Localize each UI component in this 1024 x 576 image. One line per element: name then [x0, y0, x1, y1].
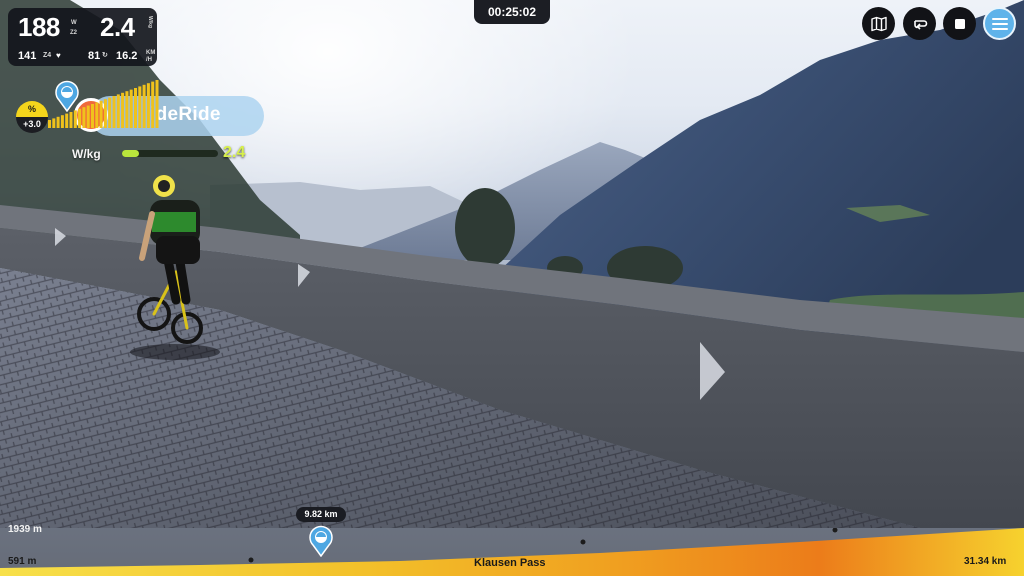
- mini-profile-bar: [112, 96, 116, 128]
- mini-profile-bar: [146, 83, 150, 128]
- mini-profile-bar: [60, 115, 64, 128]
- wkg-value: 2.4: [100, 12, 135, 42]
- mini-profile-bar: [108, 97, 112, 128]
- loop-button[interactable]: [903, 7, 936, 40]
- wkg-bar: [122, 150, 218, 157]
- power-unit: W: [71, 20, 77, 26]
- current-distance: 9.82 km: [296, 507, 346, 522]
- stop-button[interactable]: [943, 7, 976, 40]
- wkg-bar-fill: [122, 150, 140, 157]
- hamburger-menu-icon: [991, 17, 1008, 30]
- route-name: Klausen Pass: [474, 557, 546, 569]
- mini-profile-bar: [52, 118, 56, 128]
- mini-profile-bar: [138, 86, 142, 128]
- heart-icon: ♥: [56, 51, 61, 60]
- power-value: 188: [18, 12, 60, 42]
- mini-profile-bar: [69, 112, 73, 128]
- speed-unit-bottom: /H: [146, 57, 152, 63]
- wkg-unit: W/kg: [147, 16, 153, 28]
- mini-profile-bar: [95, 102, 99, 128]
- cadence-value: 81: [88, 50, 101, 62]
- min-elevation: 591 m: [8, 556, 37, 567]
- stop-icon: [954, 18, 965, 29]
- total-distance: 31.34 km: [964, 556, 1007, 567]
- mini-profile-bar: [142, 84, 146, 128]
- mini-profile-bar: [129, 89, 133, 128]
- gradient-label: %: [27, 104, 36, 114]
- power-zone: Z2: [70, 30, 78, 36]
- elapsed-timer: 00:25:02: [474, 0, 550, 24]
- mini-profile-bar: [65, 113, 69, 128]
- mini-profile-bar: [151, 81, 155, 128]
- hr-zone: Z4: [43, 52, 52, 59]
- max-elevation: 1939 m: [8, 524, 42, 535]
- mini-profile-bar: [116, 94, 120, 128]
- cadence-icon: ↻: [102, 52, 108, 59]
- mini-profile-bar: [121, 92, 125, 128]
- ride-stats-panel: 188 W Z2 2.4 W/kg 141 Z4 ♥ 81 ↻ 16.2 KM …: [8, 8, 157, 66]
- map-icon: [870, 16, 887, 31]
- mini-profile-bar: [103, 99, 107, 128]
- rider-shadow: [130, 344, 220, 360]
- loop-icon: [913, 19, 927, 30]
- route-position-marker: [309, 525, 333, 557]
- mini-profile-bar: [56, 116, 60, 128]
- rider-avatar-marker: [55, 80, 79, 112]
- wkg-bar-label: W/kg: [72, 147, 101, 161]
- map-button[interactable]: [862, 7, 895, 40]
- mini-profile-bar: [125, 91, 129, 128]
- wkg-bar-value: 2.4: [223, 144, 246, 161]
- brand-name: ideRide: [150, 104, 221, 125]
- speed-unit-top: KM: [146, 50, 156, 56]
- speed-value: 16.2: [116, 50, 138, 62]
- mini-profile-bar: [134, 88, 137, 128]
- mini-profile-bar: [48, 120, 51, 128]
- mini-profile-bar: [86, 105, 90, 128]
- mini-profile-bar: [82, 107, 86, 128]
- mini-profile-bar: [99, 100, 103, 128]
- mini-profile-bar: [91, 104, 94, 128]
- menu-button[interactable]: [983, 7, 1016, 40]
- gradient-value: +3.0: [23, 119, 41, 129]
- mini-profile-bar: [155, 80, 159, 128]
- heart-rate-value: 141: [18, 50, 37, 62]
- mini-profile-bar: [73, 110, 77, 128]
